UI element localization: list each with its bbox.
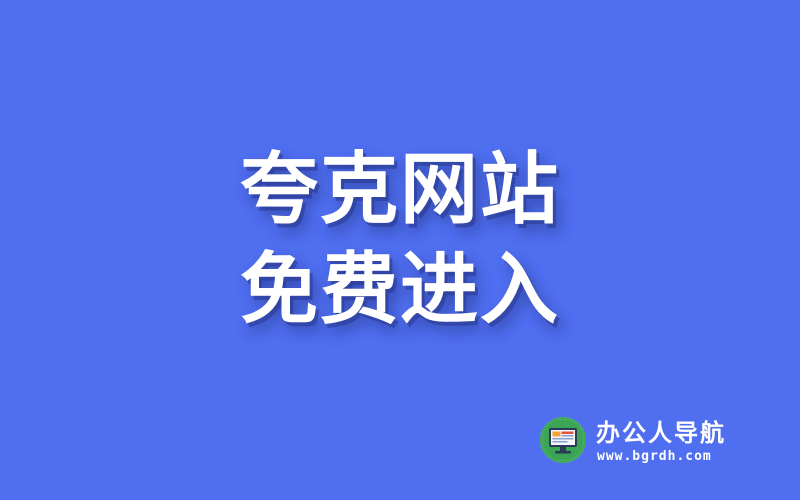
headline-line-2: 免费进入 [239,245,560,335]
brand-logo [540,417,586,463]
headline: 夸克网站 免费进入 [0,140,800,340]
brand-badge: 办公人导航 www.bgrdh.com [540,417,780,467]
brand-url: www.bgrdh.com [597,449,712,464]
monitor-icon [542,419,584,461]
headline-line-1: 夸克网站 [239,145,560,235]
brand-name: 办公人导航 [596,419,726,447]
